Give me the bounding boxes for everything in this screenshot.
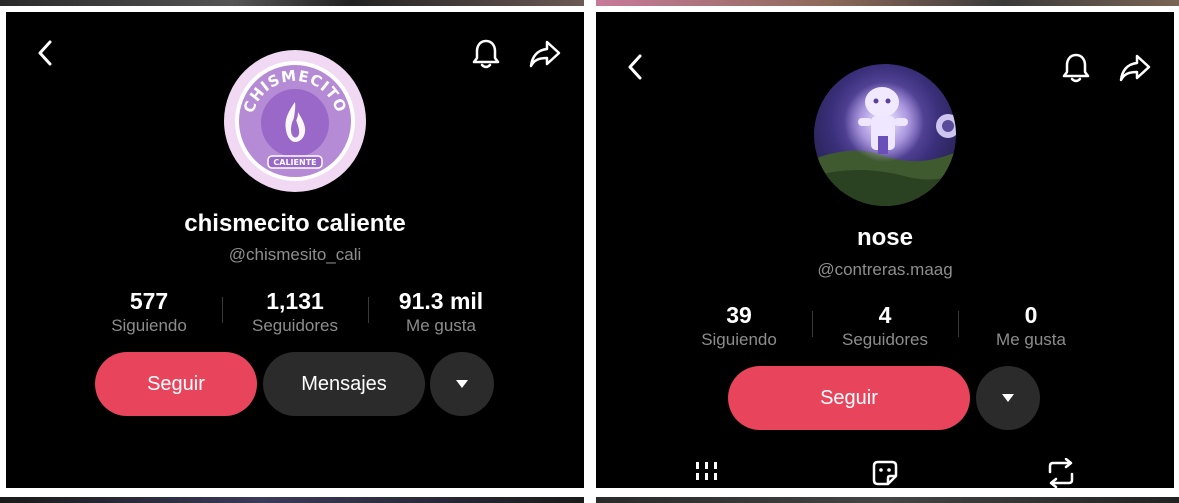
avatar[interactable] — [814, 64, 956, 206]
dropdown-caret-icon — [1002, 394, 1014, 402]
follow-button[interactable]: Seguir — [95, 352, 257, 416]
stat-divider — [368, 297, 369, 323]
stat-label: Siguiendo — [701, 330, 777, 349]
stat-value: 577 — [129, 288, 169, 314]
bottom-edge-strip-right — [596, 497, 1179, 503]
more-options-button[interactable] — [430, 352, 494, 416]
stats-row: 577 Siguiendo 1,131 Seguidores 91.3 mil … — [76, 287, 514, 337]
stat-followers[interactable]: 1,131 Seguidores — [222, 287, 368, 337]
display-name: nose — [856, 224, 913, 251]
bell-icon[interactable] — [1058, 50, 1094, 86]
chismecito-logo: CHISMECITO CALIENTE — [235, 61, 355, 181]
tab-reposts[interactable] — [1044, 457, 1078, 488]
top-edge-strip-left — [0, 0, 584, 6]
dropdown-caret-icon — [456, 380, 468, 388]
profile-panel-right: nose @contreras.maag 39 Siguiendo 4 Segu… — [596, 12, 1174, 488]
stat-label: Siguiendo — [111, 316, 187, 335]
logo-text-bottom: CALIENTE — [273, 158, 316, 167]
stat-value: 39 — [726, 302, 752, 328]
stat-likes[interactable]: 91.3 mil Me gusta — [368, 287, 514, 337]
stat-following[interactable]: 577 Siguiendo — [76, 287, 222, 337]
stat-following[interactable]: 39 Siguiendo — [666, 301, 812, 351]
messages-button[interactable]: Mensajes — [263, 352, 425, 416]
stat-value: 1,131 — [266, 288, 324, 314]
repost-icon — [1048, 457, 1074, 488]
stat-value: 0 — [1024, 302, 1038, 328]
username: @chismesito_cali — [228, 245, 362, 264]
stat-likes[interactable]: 0 Me gusta — [958, 301, 1104, 351]
display-name: chismecito caliente — [184, 210, 406, 237]
tab-videos[interactable] — [694, 460, 720, 488]
stat-value: 4 — [878, 302, 892, 328]
username: @contreras.maag — [817, 260, 953, 279]
glowing-character-avatar — [814, 64, 956, 206]
stat-label: Seguidores — [251, 316, 338, 335]
stat-label: Seguidores — [841, 330, 928, 349]
stat-divider — [812, 311, 813, 337]
tab-stickers[interactable] — [870, 458, 900, 488]
sticker-icon — [872, 460, 898, 486]
back-arrow-icon[interactable] — [620, 52, 650, 82]
stats-row: 39 Siguiendo 4 Seguidores 0 Me gusta — [666, 301, 1104, 351]
share-icon[interactable] — [1116, 50, 1154, 86]
stat-value: 91.3 mil — [398, 288, 484, 314]
share-icon[interactable] — [526, 36, 564, 72]
grid-icon — [696, 462, 717, 480]
follow-button[interactable]: Seguir — [728, 366, 970, 430]
top-edge-strip-right — [596, 0, 1179, 6]
stat-label: Me gusta — [996, 330, 1066, 349]
back-arrow-icon[interactable] — [30, 38, 60, 68]
stat-divider — [958, 311, 959, 337]
more-options-button[interactable] — [976, 366, 1040, 430]
stat-label: Me gusta — [406, 316, 476, 335]
bell-icon[interactable] — [468, 36, 504, 72]
stat-divider — [222, 297, 223, 323]
profile-panel-left: CHISMECITO CALIENTE chismecito caliente … — [6, 12, 584, 488]
bottom-edge-strip-left — [0, 497, 584, 503]
avatar[interactable]: CHISMECITO CALIENTE — [224, 50, 366, 192]
stat-followers[interactable]: 4 Seguidores — [812, 301, 958, 351]
